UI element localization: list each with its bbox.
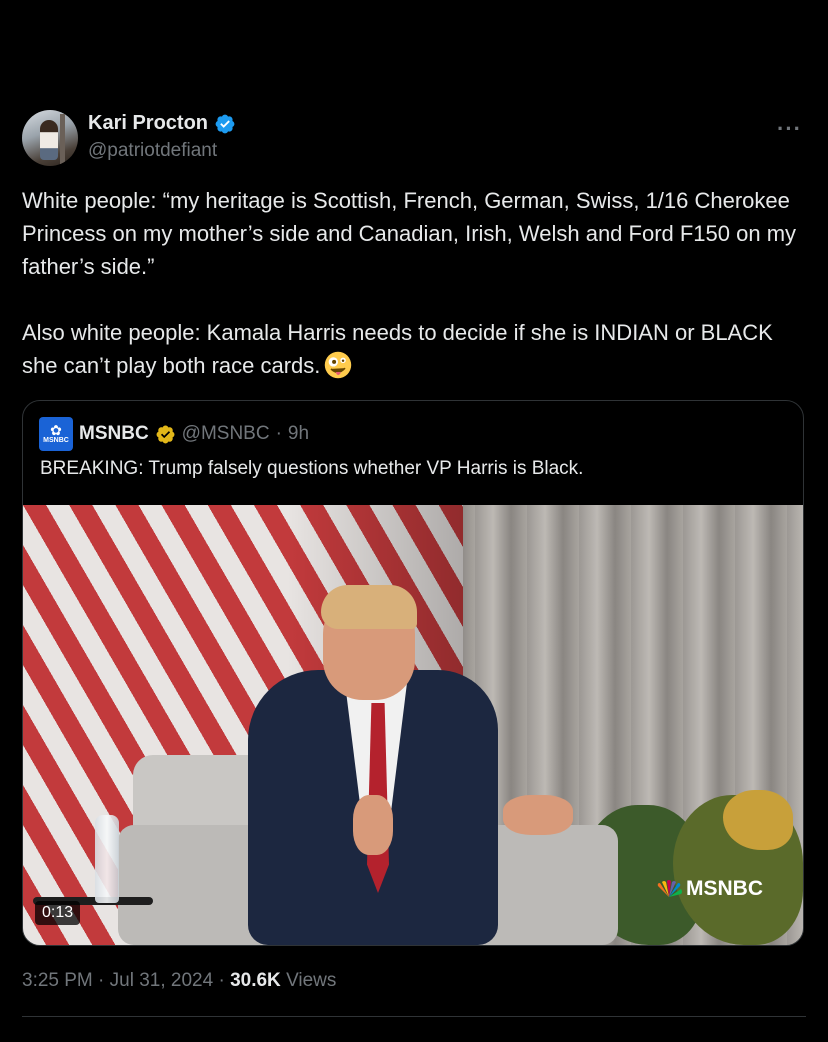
quote-time[interactable]: 9h <box>288 423 309 445</box>
video-bottle <box>95 815 119 903</box>
tweet: Kari Procton @patriotdefiant ··· White p… <box>22 108 806 1017</box>
tweet-date[interactable]: Jul 31, 2024 <box>110 970 214 991</box>
views-count[interactable]: 30.6K <box>230 970 281 991</box>
divider <box>22 1016 806 1017</box>
quote-separator: · <box>275 423 282 444</box>
zany-face-emoji-icon <box>325 351 352 379</box>
quote-text: BREAKING: Trump falsely questions whethe… <box>40 458 584 479</box>
msnbc-avatar[interactable]: ✿ MSNBC <box>39 417 73 451</box>
video-person-hand <box>503 795 573 835</box>
author-handle[interactable]: @patriotdefiant <box>88 140 217 162</box>
tweet-paragraph-2-text: Also white people: Kamala Harris needs t… <box>22 320 773 378</box>
msnbc-avatar-text: MSNBC <box>43 437 69 444</box>
gold-verified-badge-icon <box>156 425 175 443</box>
video-player[interactable]: MSNBC 0:13 <box>23 505 803 945</box>
name-row: Kari Procton <box>88 112 236 135</box>
quote-header: ✿ MSNBC MSNBC @MSNBC · 9h <box>39 417 309 451</box>
meta-separator: · <box>218 970 225 991</box>
tweet-paragraph-2: Also white people: Kamala Harris needs t… <box>22 316 806 382</box>
avatar-figure <box>40 120 58 160</box>
video-person-hair <box>321 585 417 629</box>
video-duration: 0:13 <box>35 901 81 925</box>
quoted-tweet[interactable]: ✿ MSNBC MSNBC @MSNBC · 9h BREAKING: Trum… <box>22 400 804 946</box>
quote-display-name[interactable]: MSNBC <box>79 423 149 445</box>
video-person-hand <box>353 795 393 855</box>
tweet-header: Kari Procton @patriotdefiant ··· <box>22 108 806 168</box>
tweet-time[interactable]: 3:25 PM <box>22 970 93 991</box>
tweet-text: White people: “my heritage is Scottish, … <box>22 184 806 382</box>
more-options-icon[interactable]: ··· <box>777 116 802 142</box>
author-display-name[interactable]: Kari Procton <box>88 112 208 135</box>
msnbc-watermark: MSNBC <box>655 877 763 901</box>
peacock-logo-icon <box>657 880 682 897</box>
meta-separator: · <box>98 970 105 991</box>
peacock-icon: ✿ <box>50 422 62 438</box>
verified-badge-icon <box>215 114 235 133</box>
watermark-text: MSNBC <box>686 877 763 900</box>
tweet-paragraph-1: White people: “my heritage is Scottish, … <box>22 188 797 279</box>
avatar[interactable] <box>22 110 78 166</box>
quote-handle[interactable]: @MSNBC <box>182 423 270 445</box>
views-label[interactable]: Views <box>286 970 336 991</box>
avatar-background <box>60 114 65 164</box>
tweet-metadata: 3:25 PM · Jul 31, 2024 · 30.6K Views <box>22 970 336 992</box>
